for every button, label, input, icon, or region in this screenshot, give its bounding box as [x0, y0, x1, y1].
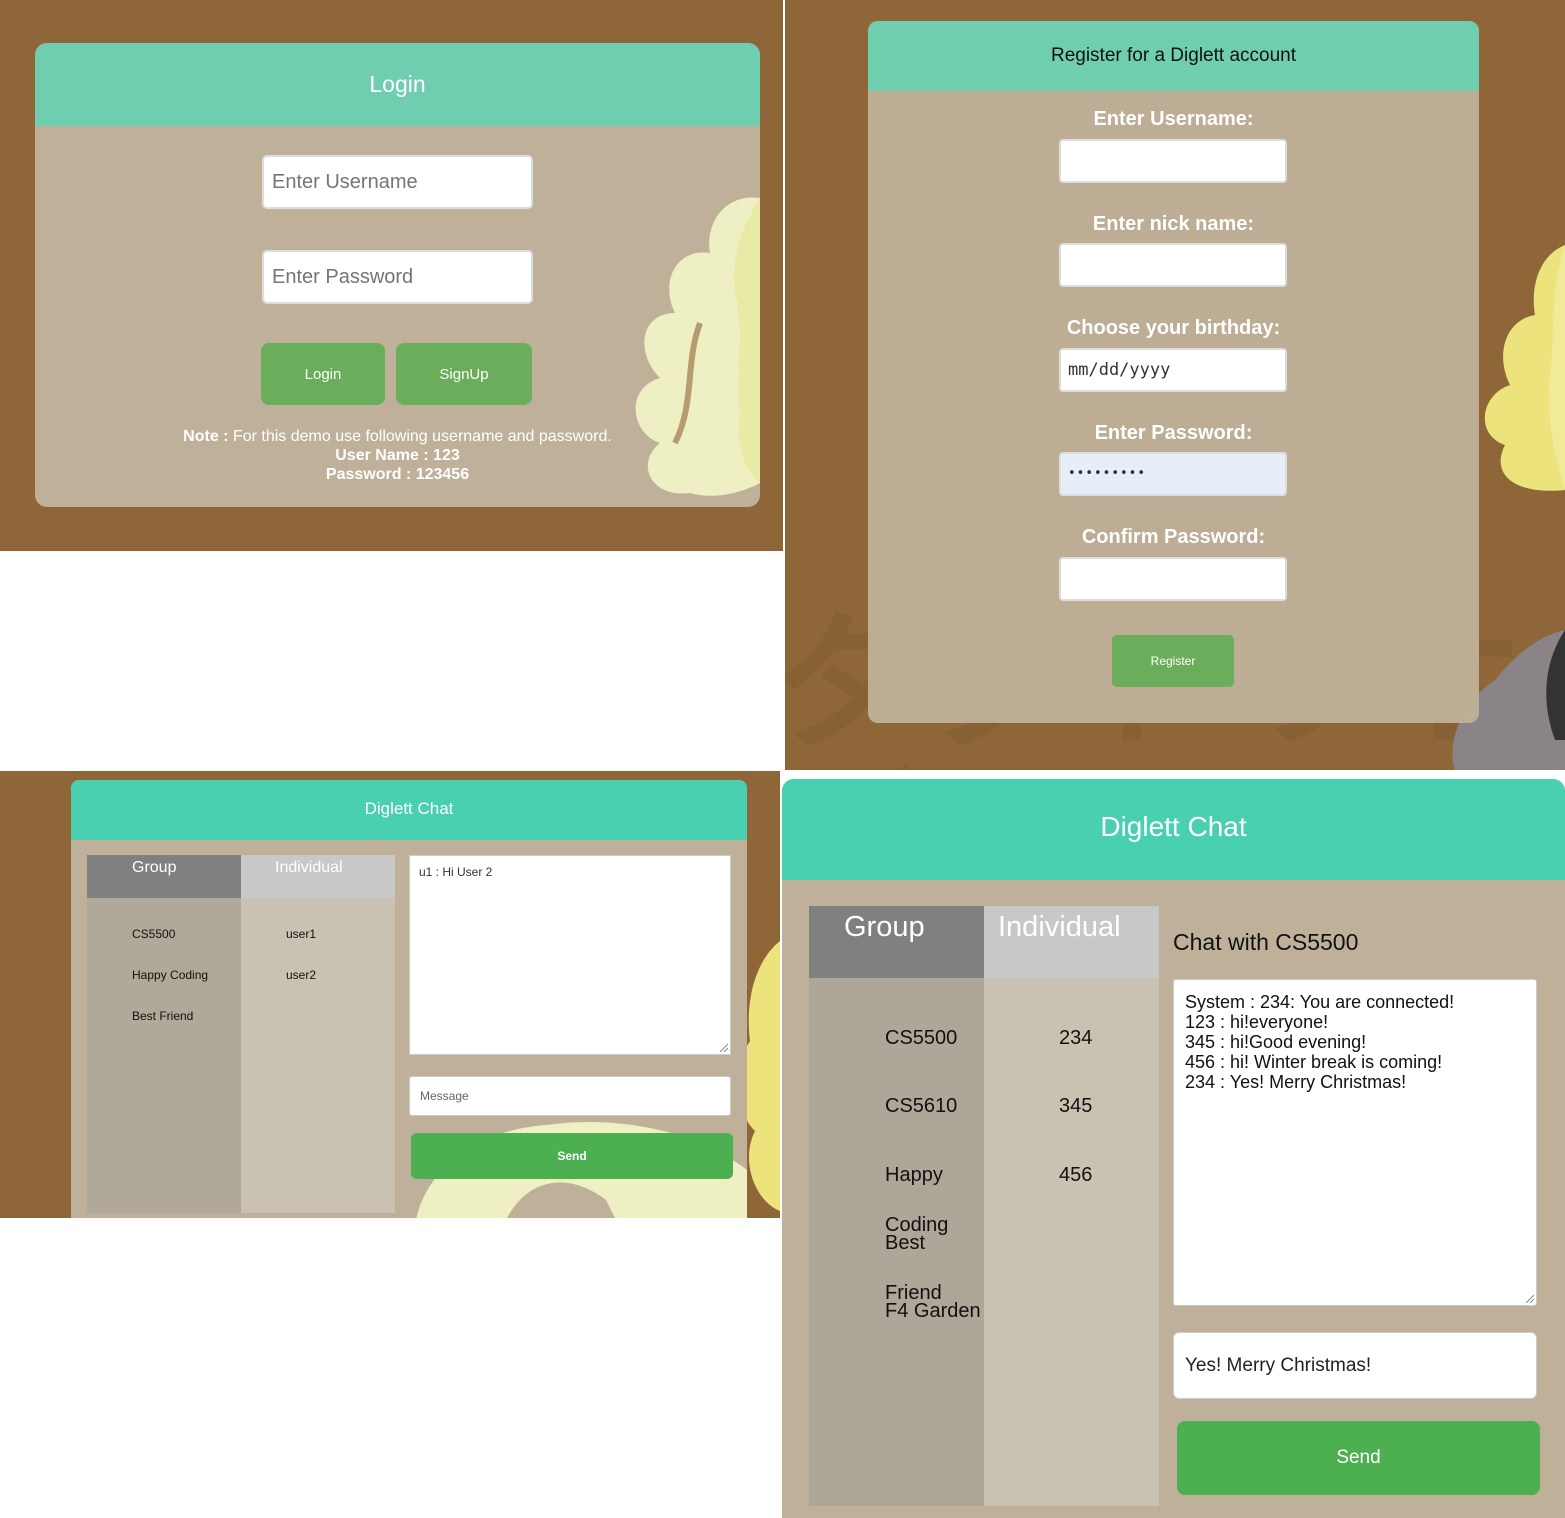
group-item-cs5500[interactable]: CS5500 — [132, 927, 175, 941]
birthday-label: Choose your birthday: — [1066, 317, 1281, 339]
register-password-input[interactable]: ••••••••• — [1059, 452, 1287, 496]
user-item-234[interactable]: 234 — [1059, 1028, 1092, 1048]
login-screen: Login Login SignUp Note : For this demo … — [0, 0, 783, 551]
resize-handle-icon[interactable] — [718, 1042, 728, 1052]
chat-log-large[interactable]: System : 234: You are connected! 123 : h… — [1173, 979, 1537, 1306]
log-line: 345 : hi!Good evening! — [1185, 1032, 1367, 1052]
chat-log[interactable]: u1 : Hi User 2 — [409, 855, 731, 1055]
tab-individual[interactable]: Individual — [241, 855, 395, 898]
password-label: Enter Password: — [1094, 422, 1253, 444]
login-button[interactable]: Login — [261, 343, 385, 405]
user-item-456[interactable]: 456 — [1059, 1165, 1092, 1185]
tab-group[interactable]: Group — [87, 855, 241, 898]
user-item-user2[interactable]: user2 — [286, 968, 316, 982]
individual-column-large: Individual 234 345 456 — [984, 906, 1159, 1506]
username-input[interactable] — [262, 155, 533, 209]
register-button[interactable]: Register — [1112, 635, 1234, 687]
group-column: Group CS5500 Happy Coding Best Friend — [87, 855, 241, 1213]
log-line: 234 : Yes! Merry Christmas! — [1185, 1072, 1407, 1092]
register-username-input[interactable] — [1059, 139, 1287, 183]
chat-screen-large: Diglett Chat Group CS5500 CS5610 Happy C… — [782, 779, 1565, 1518]
register-card: Register for a Diglett account Enter Use… — [868, 21, 1479, 723]
send-button-large[interactable]: Send — [1177, 1421, 1540, 1495]
demo-note: Note : For this demo use following usern… — [35, 427, 760, 446]
resize-handle-icon[interactable] — [1524, 1293, 1534, 1303]
group-item-cs5500[interactable]: CS5500 — [885, 1028, 957, 1048]
nickname-label: Enter nick name: — [1092, 213, 1255, 235]
signup-button[interactable]: SignUp — [396, 343, 532, 405]
group-item-best[interactable]: Best — [885, 1233, 925, 1253]
message-input[interactable]: Message — [409, 1076, 731, 1116]
chat-title-large: Diglett Chat — [782, 779, 1565, 880]
note-label: Note : — [183, 428, 229, 445]
chat-screen-small: Diglett Chat Group CS5500 Happy Coding B… — [0, 771, 780, 1218]
demo-password: Password : 123456 — [325, 466, 470, 483]
chat-with-heading: Chat with CS5500 — [1173, 929, 1359, 955]
log-line: 456 : hi! Winter break is coming! — [1185, 1052, 1443, 1072]
confirm-password-label: Confirm Password: — [1081, 526, 1266, 548]
confirm-password-input[interactable] — [1059, 557, 1287, 601]
group-column-large: Group CS5500 CS5610 Happy Coding Best Fr… — [809, 906, 984, 1506]
group-item-best-friend[interactable]: Best Friend — [132, 1009, 193, 1023]
birthday-date-input[interactable]: mm/dd/yyyy — [1059, 348, 1287, 392]
chat-card-large: Diglett Chat Group CS5500 CS5610 Happy C… — [782, 779, 1565, 1518]
log-line: 123 : hi!everyone! — [1185, 1012, 1329, 1032]
note-text: For this demo use following username and… — [228, 428, 612, 445]
group-item-f4-garden[interactable]: F4 Garden — [885, 1301, 981, 1321]
demo-username: User Name : 123 — [335, 447, 460, 464]
group-item-cs5610[interactable]: CS5610 — [885, 1096, 957, 1116]
register-title: Register for a Diglett account — [868, 21, 1479, 91]
chat-title: Diglett Chat — [71, 780, 747, 840]
user-item-345[interactable]: 345 — [1059, 1096, 1092, 1116]
username-label: Enter Username: — [1093, 108, 1254, 130]
tab-group-large[interactable]: Group — [809, 906, 984, 978]
login-title: Login — [35, 43, 760, 126]
chat-card: Diglett Chat Group CS5500 Happy Coding B… — [71, 780, 747, 1218]
login-card: Login Login SignUp Note : For this demo … — [35, 43, 760, 507]
password-input[interactable] — [262, 250, 533, 304]
log-line: System : 234: You are connected! — [1185, 992, 1455, 1012]
tab-individual-large[interactable]: Individual — [984, 906, 1159, 978]
send-button[interactable]: Send — [411, 1133, 733, 1179]
group-item-happy-coding[interactable]: Happy Coding — [132, 968, 208, 982]
group-item-happy[interactable]: Happy — [885, 1165, 943, 1185]
message-input-large[interactable]: Yes! Merry Christmas! — [1173, 1332, 1537, 1399]
individual-column: Individual user1 user2 — [241, 855, 395, 1213]
chat-log-text: u1 : Hi User 2 — [419, 865, 493, 879]
user-item-user1[interactable]: user1 — [286, 927, 316, 941]
register-screen: ダグトリオ グローニのすがた Register for a Diglett ac… — [785, 0, 1565, 770]
nickname-input[interactable] — [1059, 243, 1287, 287]
